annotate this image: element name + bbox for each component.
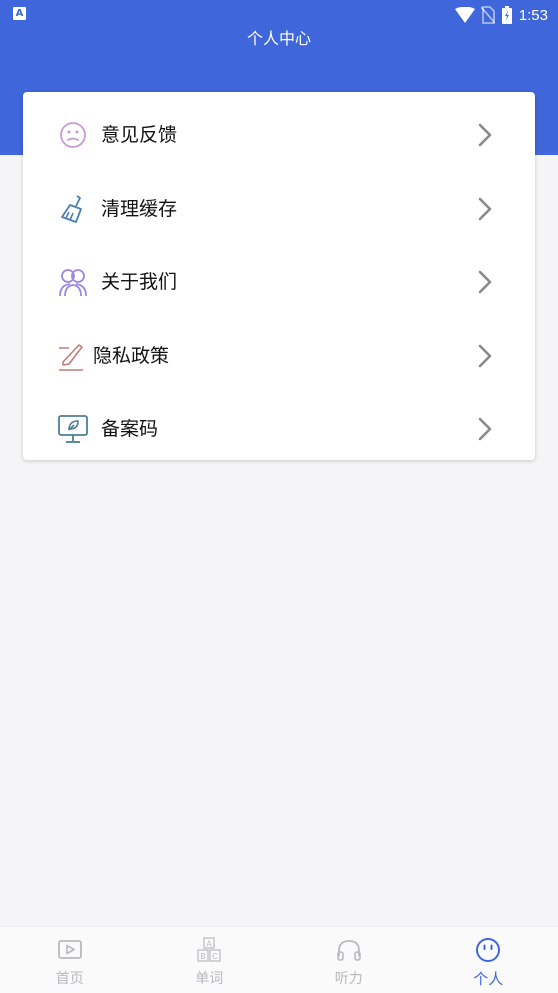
no-sim-icon [481, 6, 495, 24]
settings-card: 意见反馈 清理缓存 关于我们 隐私政策 [23, 92, 535, 460]
menu-item-label: 关于我们 [101, 270, 177, 294]
abc-blocks-icon: A B C [196, 937, 222, 963]
nav-tab-listening[interactable]: 听力 [279, 927, 419, 993]
chevron-right-icon [475, 268, 495, 296]
people-icon [57, 266, 89, 298]
status-notification-badge: A [13, 7, 26, 20]
nav-tab-label: 听力 [279, 968, 419, 988]
menu-item-icp-record[interactable]: 备案码 [23, 399, 535, 459]
menu-item-label: 清理缓存 [101, 197, 177, 221]
menu-item-feedback[interactable]: 意见反馈 [23, 105, 535, 165]
menu-item-label: 意见反馈 [101, 123, 177, 147]
nav-tab-label: 个人 [419, 968, 558, 989]
menu-item-about-us[interactable]: 关于我们 [23, 252, 535, 312]
chevron-right-icon [475, 415, 495, 443]
menu-item-label: 备案码 [101, 417, 158, 441]
nav-tab-profile[interactable]: 个人 [419, 927, 558, 993]
nav-tab-words[interactable]: A B C 单词 [140, 927, 280, 993]
menu-item-label: 隐私政策 [93, 344, 169, 368]
bottom-navigation: 首页 A B C 单词 听力 个人 [0, 926, 558, 993]
chevron-right-icon [475, 195, 495, 223]
pen-signature-icon [57, 340, 89, 372]
page-title: 个人中心 [0, 25, 558, 49]
chevron-right-icon [475, 342, 495, 370]
wifi-icon [455, 7, 475, 23]
menu-item-clear-cache[interactable]: 清理缓存 [23, 179, 535, 239]
broom-icon [57, 193, 89, 225]
sad-face-icon [57, 119, 89, 151]
nav-tab-home[interactable]: 首页 [0, 927, 140, 993]
status-icons: 1:53 [455, 4, 548, 26]
nav-tab-label: 首页 [0, 968, 140, 988]
svg-text:A: A [207, 940, 213, 949]
video-play-icon [57, 937, 83, 963]
chevron-right-icon [475, 121, 495, 149]
status-time: 1:53 [519, 7, 548, 24]
monitor-leaf-icon [57, 413, 89, 445]
battery-icon [501, 6, 513, 24]
svg-text:C: C [212, 952, 218, 961]
headphones-icon [336, 937, 362, 963]
smiley-icon [475, 937, 501, 963]
svg-text:B: B [201, 952, 206, 961]
menu-item-privacy-policy[interactable]: 隐私政策 [23, 326, 535, 386]
nav-tab-label: 单词 [140, 968, 280, 988]
